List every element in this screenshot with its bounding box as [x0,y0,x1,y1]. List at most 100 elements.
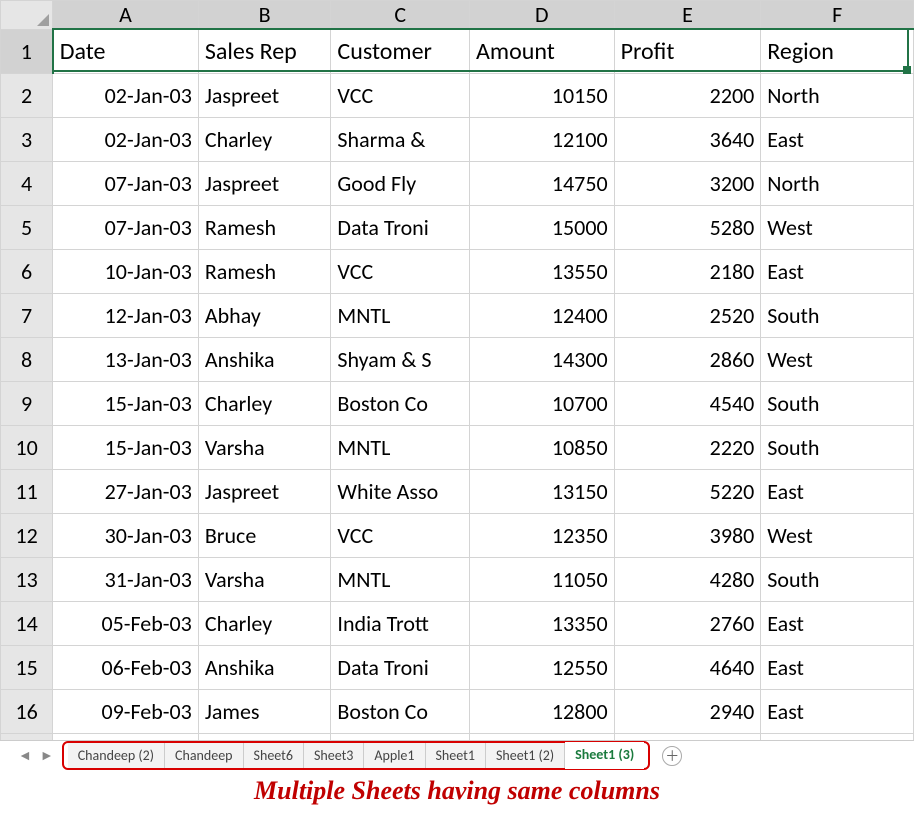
cell-date[interactable]: 06-Feb-03 [53,645,199,689]
row-header[interactable]: 11 [1,469,53,513]
cell-date[interactable]: 27-Jan-03 [53,469,199,513]
cell-date[interactable]: 07-Jan-03 [53,205,199,249]
cell-region[interactable]: South [761,425,914,469]
cell-D1[interactable]: Amount [470,29,615,73]
add-sheet-button[interactable]: ＋ [662,746,682,766]
cell-region[interactable]: West [761,337,914,381]
sheet-tab[interactable]: Sheet3 [304,743,364,768]
cell-region[interactable]: South [761,381,914,425]
cell-region[interactable]: South [761,293,914,337]
cell-amount[interactable]: 13550 [470,249,615,293]
row-header[interactable]: 15 [1,645,53,689]
tab-next-icon[interactable]: ► [40,747,54,764]
cell-cust[interactable]: Boston Co [331,381,470,425]
cell-amount[interactable]: 13150 [470,469,615,513]
col-header-F[interactable]: F [761,1,914,30]
cell-profit[interactable]: 5220 [614,469,761,513]
cell-cust[interactable]: VCC [331,513,470,557]
cell-amount[interactable]: 10150 [470,73,615,117]
cell-A1[interactable]: Date [53,29,199,73]
cell-region[interactable]: East [761,249,914,293]
tab-nav-arrows[interactable]: ◄ ► [10,747,62,764]
cell-region[interactable]: East [761,601,914,645]
col-header-D[interactable]: D [470,1,615,30]
row-header[interactable]: 7 [1,293,53,337]
cell-profit[interactable]: 2760 [614,601,761,645]
cell-profit[interactable]: 4540 [614,381,761,425]
cell-region[interactable]: North [761,161,914,205]
cell-rep[interactable]: Abhay [198,293,331,337]
row-header[interactable]: 9 [1,381,53,425]
cell-cust[interactable]: MNTL [331,425,470,469]
cell-date[interactable]: 07-Jan-03 [53,161,199,205]
cell-date[interactable]: 05-Feb-03 [53,601,199,645]
row-header[interactable]: 5 [1,205,53,249]
cell-region[interactable]: East [761,469,914,513]
cell-region[interactable]: West [761,205,914,249]
cell-region[interactable]: West [761,513,914,557]
col-header-B[interactable]: B [198,1,331,30]
sheet-tab[interactable]: Sheet1 (2) [486,743,565,768]
cell-cust[interactable]: MNTL [331,557,470,601]
cell-amount[interactable]: 12800 [470,689,615,733]
cell-rep[interactable]: Charley [198,601,331,645]
sheet-tab[interactable]: Sheet6 [244,743,304,768]
cell-amount[interactable]: 11050 [470,557,615,601]
cell-amount[interactable]: 13350 [470,601,615,645]
cell-cust[interactable]: Good Fly [331,161,470,205]
row-header[interactable]: 2 [1,73,53,117]
cell-F1[interactable]: Region [761,29,914,73]
cell-rep[interactable]: Varsha [198,557,331,601]
cell-rep[interactable]: Charley [198,381,331,425]
tab-prev-icon[interactable]: ◄ [18,747,32,764]
row-header[interactable]: 3 [1,117,53,161]
cell-cust[interactable]: Shyam & S [331,337,470,381]
cell-B1[interactable]: Sales Rep [198,29,331,73]
cell-profit[interactable]: 2220 [614,425,761,469]
cell-amount[interactable]: 12550 [470,645,615,689]
cell-rep[interactable]: Jaspreet [198,73,331,117]
cell-date[interactable]: 13-Jan-03 [53,337,199,381]
row-header[interactable]: 6 [1,249,53,293]
cell-rep[interactable]: Varsha [198,425,331,469]
cell-E1[interactable]: Profit [614,29,761,73]
cell-region[interactable]: East [761,689,914,733]
cell-cust[interactable]: Data Troni [331,645,470,689]
row-header[interactable]: 10 [1,425,53,469]
cell-amount[interactable]: 10850 [470,425,615,469]
cell-date[interactable]: 09-Feb-03 [53,689,199,733]
cell-rep[interactable]: Jaspreet [198,469,331,513]
col-header-C[interactable]: C [331,1,470,30]
cell-profit[interactable]: 4280 [614,557,761,601]
cell-rep[interactable]: Jaspreet [198,161,331,205]
select-all-corner[interactable] [1,1,53,30]
col-header-E[interactable]: E [614,1,761,30]
cell-amount[interactable]: 10700 [470,381,615,425]
cell-amount[interactable]: 12400 [470,293,615,337]
row-header-1[interactable]: 1 [1,29,53,73]
cell-cust[interactable]: Sharma & [331,117,470,161]
cell-date[interactable]: 02-Jan-03 [53,117,199,161]
sheet-tab[interactable]: Apple1 [364,743,425,768]
cell-date[interactable]: 31-Jan-03 [53,557,199,601]
row-header[interactable]: 12 [1,513,53,557]
spreadsheet-grid[interactable]: A B C D E F 1 Date Sales Rep Customer Am… [0,0,914,740]
cell-region[interactable]: East [761,117,914,161]
cell-amount[interactable]: 12100 [470,117,615,161]
cell-amount[interactable]: 14300 [470,337,615,381]
cell-profit[interactable]: 3200 [614,161,761,205]
sheet-tab[interactable]: Chandeep (2) [68,743,165,768]
cell-region[interactable]: North [761,73,914,117]
cell-amount[interactable]: 14750 [470,161,615,205]
row-header[interactable]: 13 [1,557,53,601]
row-header[interactable]: 16 [1,689,53,733]
row-header[interactable]: 8 [1,337,53,381]
cell-rep[interactable]: Ramesh [198,205,331,249]
cell-cust[interactable]: India Trott [331,601,470,645]
sheet-tab[interactable]: Chandeep [165,743,244,768]
cell-region[interactable]: South [761,557,914,601]
cell-rep[interactable]: Anshika [198,337,331,381]
cell-date[interactable]: 15-Jan-03 [53,425,199,469]
cell-profit[interactable]: 2940 [614,689,761,733]
cell-amount[interactable]: 15000 [470,205,615,249]
